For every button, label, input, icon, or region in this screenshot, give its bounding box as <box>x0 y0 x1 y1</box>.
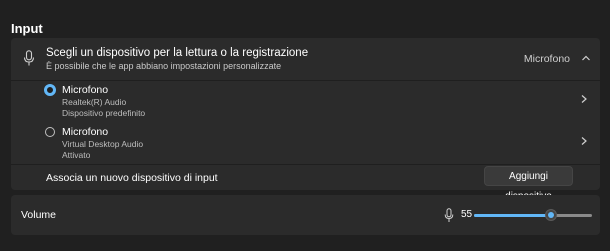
device-row-realtek[interactable]: Microfono Realtek(R) Audio Dispositivo p… <box>11 80 600 122</box>
device-chooser-header[interactable]: Scegli un dispositivo per la lettura o l… <box>11 38 600 81</box>
device-row-virtual-desktop[interactable]: Microfono Virtual Desktop Audio Attivato <box>11 122 600 164</box>
chevron-right-icon[interactable] <box>580 136 588 146</box>
volume-slider[interactable] <box>474 209 592 221</box>
add-device-button[interactable]: Aggiungi dispositivo <box>484 166 573 202</box>
associate-device-row: Associa un nuovo dispositivo di input Ag… <box>11 164 600 202</box>
volume-label: Volume <box>21 209 57 221</box>
device-name: Microfono <box>62 126 109 138</box>
chevron-right-icon[interactable] <box>580 94 588 104</box>
associate-device-label: Associa un nuovo dispositivo di input <box>46 172 218 184</box>
microphone-icon[interactable] <box>444 208 454 223</box>
device-radio-selected[interactable] <box>44 84 56 96</box>
microphone-icon <box>23 50 35 66</box>
device-driver: Virtual Desktop Audio <box>62 139 144 149</box>
volume-value: 55 <box>461 209 473 220</box>
device-status: Attivato <box>62 150 91 160</box>
device-driver: Realtek(R) Audio <box>62 97 127 107</box>
device-name: Microfono <box>62 84 109 96</box>
device-chooser-subtitle: È possibile che le app abbiano impostazi… <box>46 61 282 71</box>
input-device-card: Scegli un dispositivo per la lettura o l… <box>11 38 600 202</box>
chevron-up-icon[interactable] <box>581 53 591 63</box>
device-radio-unselected[interactable] <box>45 127 55 137</box>
device-status: Dispositivo predefinito <box>62 108 146 118</box>
slider-thumb-dot <box>548 212 554 218</box>
device-chooser-title: Scegli un dispositivo per la lettura o l… <box>46 47 309 59</box>
slider-thumb[interactable] <box>545 209 557 221</box>
section-title: Input <box>11 21 43 36</box>
volume-card: Volume 55 <box>11 195 600 235</box>
selected-device-value: Microfono <box>523 53 570 65</box>
slider-fill <box>474 214 551 217</box>
